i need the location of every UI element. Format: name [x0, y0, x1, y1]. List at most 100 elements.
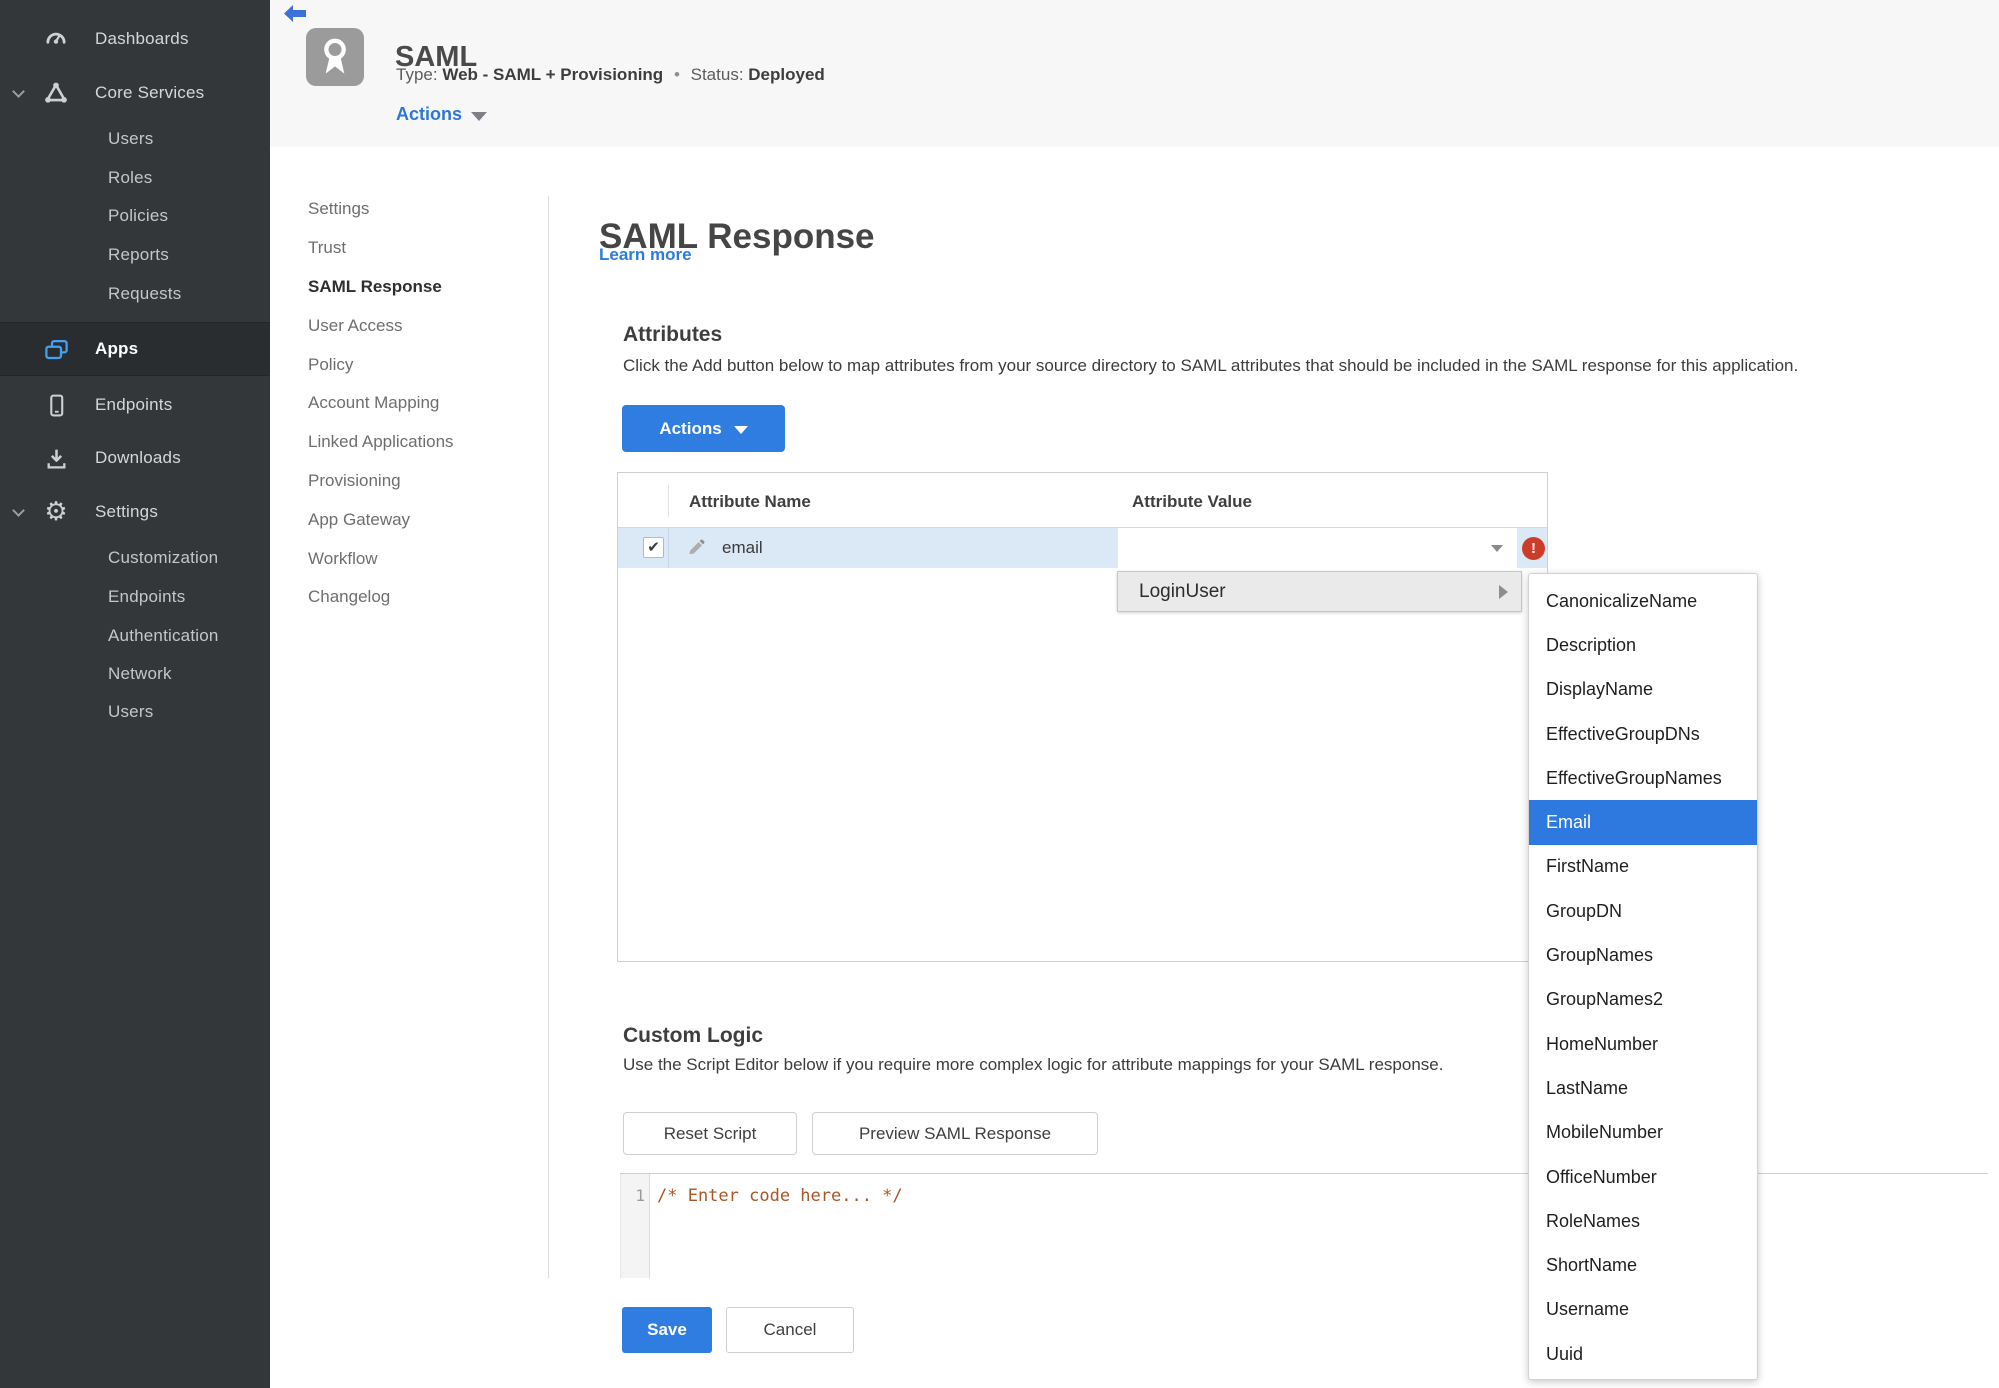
submenu-item-groupdn[interactable]: GroupDN	[1529, 889, 1757, 933]
header-column-divider	[668, 485, 669, 517]
subnav-label: Account Mapping	[308, 393, 440, 413]
attribute-value-menu-loginuser[interactable]: LoginUser	[1117, 571, 1522, 612]
app-meta: Type: Web - SAML + Provisioning • Status…	[396, 65, 825, 85]
script-editor[interactable]: 1 /* Enter code here... */	[620, 1173, 1988, 1278]
gear-icon: ⚙	[44, 497, 68, 527]
sidebar-item-label: Settings	[95, 502, 159, 521]
submenu-item-groupnames2[interactable]: GroupNames2	[1529, 978, 1757, 1022]
subnav-item-workflow[interactable]: Workflow	[308, 539, 538, 578]
sidebar-subitem-label: Reports	[108, 245, 169, 264]
submenu-item-mobilenumber[interactable]: MobileNumber	[1529, 1111, 1757, 1155]
submenu-item-canonicalizename[interactable]: CanonicalizeName	[1529, 579, 1757, 623]
submenu-item-effectivegroupnames[interactable]: EffectiveGroupNames	[1529, 756, 1757, 800]
reset-script-label: Reset Script	[663, 1123, 757, 1143]
cancel-button[interactable]: Cancel	[726, 1307, 854, 1353]
sidebar-item-policies[interactable]: Policies	[0, 198, 270, 234]
subnav-item-settings[interactable]: Settings	[308, 190, 538, 229]
preview-saml-response-button[interactable]: Preview SAML Response	[812, 1112, 1098, 1155]
attributes-table: Attribute Name Attribute Value ✔ email !	[617, 472, 1548, 962]
submenu-item-effectivegroupdns[interactable]: EffectiveGroupDNs	[1529, 712, 1757, 756]
pencil-icon[interactable]	[686, 538, 706, 558]
editor-gutter: 1	[620, 1174, 650, 1278]
subnav-item-changelog[interactable]: Changelog	[308, 578, 538, 617]
sidebar-subitem-label: Customization	[108, 548, 219, 567]
subnav-item-saml-response[interactable]: SAML Response	[308, 268, 538, 307]
sidebar-item-roles[interactable]: Roles	[0, 160, 270, 196]
chevron-down-icon	[471, 111, 488, 121]
sidebar-item-authentication[interactable]: Authentication	[0, 618, 270, 654]
save-button[interactable]: Save	[622, 1307, 712, 1353]
subnav-item-policy[interactable]: Policy	[308, 345, 538, 384]
submenu-item-description[interactable]: Description	[1529, 623, 1757, 667]
subnav-item-app-gateway[interactable]: App Gateway	[308, 500, 538, 539]
table-row-email[interactable]: ✔ email !	[618, 528, 1547, 568]
gauge-icon	[42, 25, 70, 53]
device-icon	[42, 391, 70, 419]
sidebar-item-network[interactable]: Network	[0, 656, 270, 692]
submenu-arrow-icon	[1499, 584, 1508, 599]
learn-more-link[interactable]: Learn more	[599, 245, 692, 265]
sidebar-item-label: Endpoints	[95, 395, 173, 414]
submenu-item-firstname[interactable]: FirstName	[1529, 845, 1757, 889]
column-header-attribute-name: Attribute Name	[689, 492, 811, 511]
sidebar-item-endpoints[interactable]: Endpoints	[0, 384, 270, 426]
subnav-item-linked-applications[interactable]: Linked Applications	[308, 423, 538, 462]
actions-button-label: Actions	[659, 418, 722, 438]
subnav-label: Linked Applications	[308, 432, 454, 452]
sidebar-item-settings[interactable]: ⚙ Settings	[0, 491, 270, 533]
submenu-item-officenumber[interactable]: OfficeNumber	[1529, 1155, 1757, 1199]
submenu-item-rolenames[interactable]: RoleNames	[1529, 1199, 1757, 1243]
submenu-item-homenumber[interactable]: HomeNumber	[1529, 1022, 1757, 1066]
chevron-down-icon	[12, 503, 25, 517]
submenu-item-username[interactable]: Username	[1529, 1288, 1757, 1332]
sidebar-item-dashboards[interactable]: Dashboards	[0, 18, 270, 60]
sidebar-item-requests[interactable]: Requests	[0, 276, 270, 312]
sidebar-item-core-services[interactable]: Core Services	[0, 72, 270, 114]
subnav-label: App Gateway	[308, 509, 411, 529]
submenu-item-shortname[interactable]: ShortName	[1529, 1243, 1757, 1287]
type-label: Type:	[396, 65, 438, 84]
reset-script-button[interactable]: Reset Script	[623, 1112, 797, 1155]
sidebar-item-users[interactable]: Users	[0, 121, 270, 157]
subnav-item-trust[interactable]: Trust	[308, 229, 538, 268]
subnav-label: Changelog	[308, 587, 391, 607]
attributes-actions-button[interactable]: Actions	[622, 405, 785, 452]
submenu-item-groupnames[interactable]: GroupNames	[1529, 933, 1757, 977]
submenu-item-uuid[interactable]: Uuid	[1529, 1332, 1757, 1376]
sidebar-item-settings-endpoints[interactable]: Endpoints	[0, 579, 270, 615]
apps-icon	[42, 335, 70, 363]
custom-logic-heading: Custom Logic	[623, 1024, 763, 1047]
submenu-item-displayname[interactable]: DisplayName	[1529, 668, 1757, 712]
sidebar-subitem-label: Users	[108, 129, 154, 148]
column-header-attribute-value: Attribute Value	[1132, 492, 1252, 511]
submenu-item-lastname[interactable]: LastName	[1529, 1066, 1757, 1110]
cancel-label: Cancel	[763, 1320, 817, 1339]
sidebar-item-label: Dashboards	[95, 29, 189, 48]
sidebar-subitem-label: Authentication	[108, 626, 219, 645]
subnav-item-account-mapping[interactable]: Account Mapping	[308, 384, 538, 423]
subnav-label: Trust	[308, 238, 347, 258]
subnav-item-provisioning[interactable]: Provisioning	[308, 462, 538, 501]
download-icon	[42, 444, 70, 472]
sidebar-subitem-label: Policies	[108, 206, 169, 225]
subnav-item-user-access[interactable]: User Access	[308, 306, 538, 345]
header-actions-label: Actions	[396, 104, 463, 124]
editor-code[interactable]: /* Enter code here... */	[657, 1186, 903, 1206]
sidebar-subitem-label: Network	[108, 664, 172, 683]
attribute-value-select[interactable]	[1118, 528, 1517, 568]
subnav-label: SAML Response	[308, 276, 442, 296]
back-arrow-icon[interactable]	[283, 4, 307, 24]
sidebar-subitem-label: Users	[108, 702, 154, 721]
subnav-label: User Access	[308, 315, 403, 335]
submenu-item-email[interactable]: Email	[1529, 800, 1757, 845]
sidebar-item-apps[interactable]: Apps	[0, 322, 270, 376]
sidebar-item-settings-users[interactable]: Users	[0, 694, 270, 730]
sidebar-item-reports[interactable]: Reports	[0, 237, 270, 273]
sidebar-item-downloads[interactable]: Downloads	[0, 437, 270, 479]
sidebar-item-customization[interactable]: Customization	[0, 540, 270, 576]
header-actions-dropdown[interactable]: Actions	[396, 104, 488, 125]
subnav-divider	[548, 196, 549, 1278]
sidebar-subitem-label: Requests	[108, 284, 182, 303]
row-checkbox[interactable]: ✔	[643, 537, 664, 558]
app-subnav: Settings Trust SAML Response User Access…	[308, 190, 538, 617]
